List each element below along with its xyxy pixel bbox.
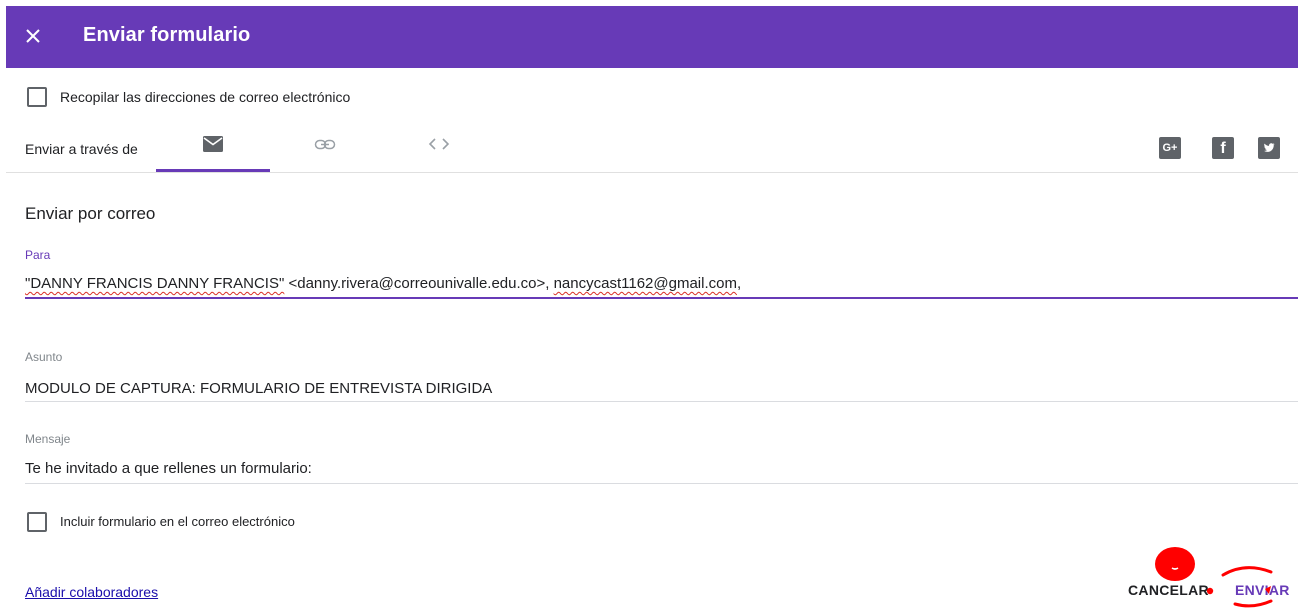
email-icon <box>203 136 223 152</box>
facebook-icon: f <box>1220 140 1226 157</box>
annotation-dot-mark <box>1171 567 1179 570</box>
add-collaborators-link[interactable]: Añadir colaboradores <box>25 584 158 600</box>
include-form-label: Incluir formulario en el correo electrón… <box>60 514 295 529</box>
collect-emails-checkbox[interactable] <box>27 87 47 107</box>
message-input-underline <box>25 483 1298 484</box>
embed-code-icon <box>428 138 450 150</box>
second-recipient: nancycast1162@gmail.com <box>553 275 737 292</box>
cancel-button[interactable]: CANCELAR <box>1128 582 1209 598</box>
recipient-email: <danny.rivera@correounivalle.edu.co> <box>288 275 546 292</box>
recipient-separator: , <box>545 275 554 292</box>
to-input[interactable]: "DANNY FRANCIS DANNY FRANCIS" <danny.riv… <box>25 275 741 292</box>
close-button[interactable] <box>18 21 48 51</box>
dialog-header: Enviar formulario <box>6 6 1298 68</box>
tab-link[interactable] <box>290 124 360 172</box>
to-label: Para <box>25 248 51 262</box>
recipient-trailing: , <box>736 275 742 292</box>
recipient-name: "DANNY FRANCIS DANNY FRANCIS" <box>25 275 285 292</box>
tab-email[interactable] <box>156 124 270 172</box>
send-form-dialog: Enviar formulario Recopilar las direccio… <box>0 0 1300 616</box>
twitter-icon <box>1264 143 1275 152</box>
section-title: Enviar por correo <box>25 204 156 223</box>
subject-input-underline <box>25 401 1298 402</box>
link-icon <box>314 139 336 150</box>
facebook-share-button[interactable]: f <box>1212 137 1234 159</box>
send-via-label: Enviar a través de <box>25 141 138 157</box>
include-form-checkbox[interactable] <box>27 512 47 532</box>
message-input[interactable]: Te he invitado a que rellenes un formula… <box>25 460 312 477</box>
tabs-divider <box>6 172 1298 173</box>
google-plus-icon: G+ <box>1162 142 1178 154</box>
twitter-share-button[interactable] <box>1258 137 1280 159</box>
subject-input[interactable]: MODULO DE CAPTURA: FORMULARIO DE ENTREVI… <box>25 380 492 397</box>
message-label: Mensaje <box>25 432 71 446</box>
tab-embed[interactable] <box>405 124 475 172</box>
google-plus-share-button[interactable]: G+ <box>1159 137 1181 159</box>
collect-emails-label: Recopilar las direcciones de correo elec… <box>60 89 351 105</box>
close-icon <box>26 29 40 43</box>
subject-label: Asunto <box>25 350 63 364</box>
annotation-circle <box>1206 566 1273 608</box>
dialog-title: Enviar formulario <box>83 24 251 46</box>
to-input-underline <box>25 297 1298 299</box>
annotation-dot <box>1155 547 1195 581</box>
